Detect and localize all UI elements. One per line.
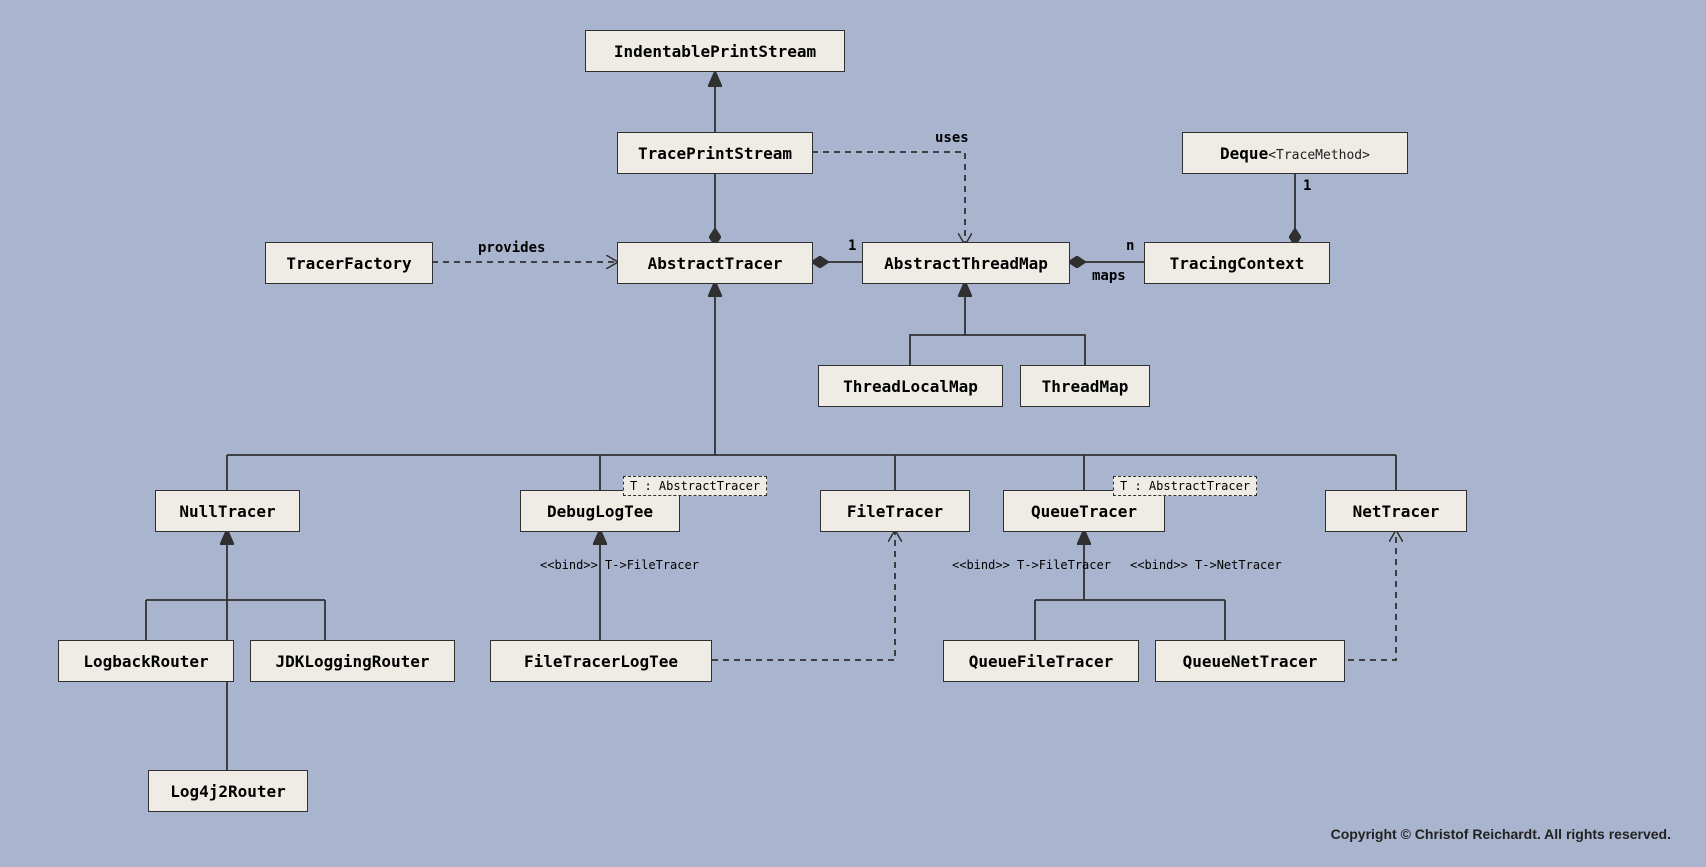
node-log4j2-router: Log4j2Router	[148, 770, 308, 812]
node-abstract-thread-map: AbstractThreadMap	[862, 242, 1070, 284]
node-file-tracer: FileTracer	[820, 490, 970, 532]
node-label: AbstractTracer	[648, 254, 783, 273]
label-n: n	[1126, 238, 1134, 254]
node-label: IndentablePrintStream	[614, 42, 816, 61]
label-bind-ft2: <<bind>> T->FileTracer	[952, 558, 1111, 572]
node-label: ThreadMap	[1042, 377, 1129, 396]
node-queue-net-tracer: QueueNetTracer	[1155, 640, 1345, 682]
label-one-b: 1	[1303, 178, 1311, 194]
node-label: AbstractThreadMap	[884, 254, 1048, 273]
node-label: FileTracer	[847, 502, 943, 521]
node-queue-file-tracer: QueueFileTracer	[943, 640, 1139, 682]
node-label: LogbackRouter	[83, 652, 208, 671]
node-label: DebugLogTee	[547, 502, 653, 521]
node-trace-print-stream: TracePrintStream	[617, 132, 813, 174]
node-abstract-tracer: AbstractTracer	[617, 242, 813, 284]
node-label: NullTracer	[179, 502, 275, 521]
node-label: QueueNetTracer	[1183, 652, 1318, 671]
node-label: NetTracer	[1353, 502, 1440, 521]
node-label: Deque<TraceMethod>	[1220, 144, 1370, 163]
template-debug-log-tee: T : AbstractTracer	[623, 476, 767, 496]
copyright-text: Copyright © Christof Reichardt. All righ…	[1331, 826, 1671, 842]
node-label: TracerFactory	[286, 254, 411, 273]
node-file-tracer-log-tee: FileTracerLogTee	[490, 640, 712, 682]
label-one-a: 1	[848, 238, 856, 254]
node-indentable-print-stream: IndentablePrintStream	[585, 30, 845, 72]
node-label: QueueTracer	[1031, 502, 1137, 521]
node-label: TracingContext	[1170, 254, 1305, 273]
node-deque: Deque<TraceMethod>	[1182, 132, 1408, 174]
node-label: ThreadLocalMap	[843, 377, 978, 396]
node-label: Log4j2Router	[170, 782, 286, 801]
label-bind-ft1: <<bind>> T->FileTracer	[540, 558, 699, 572]
node-debug-log-tee: DebugLogTee	[520, 490, 680, 532]
label-bind-nt: <<bind>> T->NetTracer	[1130, 558, 1282, 572]
node-null-tracer: NullTracer	[155, 490, 300, 532]
node-tracer-factory: TracerFactory	[265, 242, 433, 284]
node-thread-map: ThreadMap	[1020, 365, 1150, 407]
node-label: JDKLoggingRouter	[275, 652, 429, 671]
node-queue-tracer: QueueTracer	[1003, 490, 1165, 532]
template-queue-tracer: T : AbstractTracer	[1113, 476, 1257, 496]
node-tracing-context: TracingContext	[1144, 242, 1330, 284]
node-label: QueueFileTracer	[969, 652, 1114, 671]
label-provides: provides	[478, 240, 545, 256]
node-net-tracer: NetTracer	[1325, 490, 1467, 532]
node-jdk-logging-router: JDKLoggingRouter	[250, 640, 455, 682]
label-maps: maps	[1092, 268, 1126, 284]
label-uses: uses	[935, 130, 969, 146]
node-label: TracePrintStream	[638, 144, 792, 163]
node-thread-local-map: ThreadLocalMap	[818, 365, 1003, 407]
node-logback-router: LogbackRouter	[58, 640, 234, 682]
node-label: FileTracerLogTee	[524, 652, 678, 671]
